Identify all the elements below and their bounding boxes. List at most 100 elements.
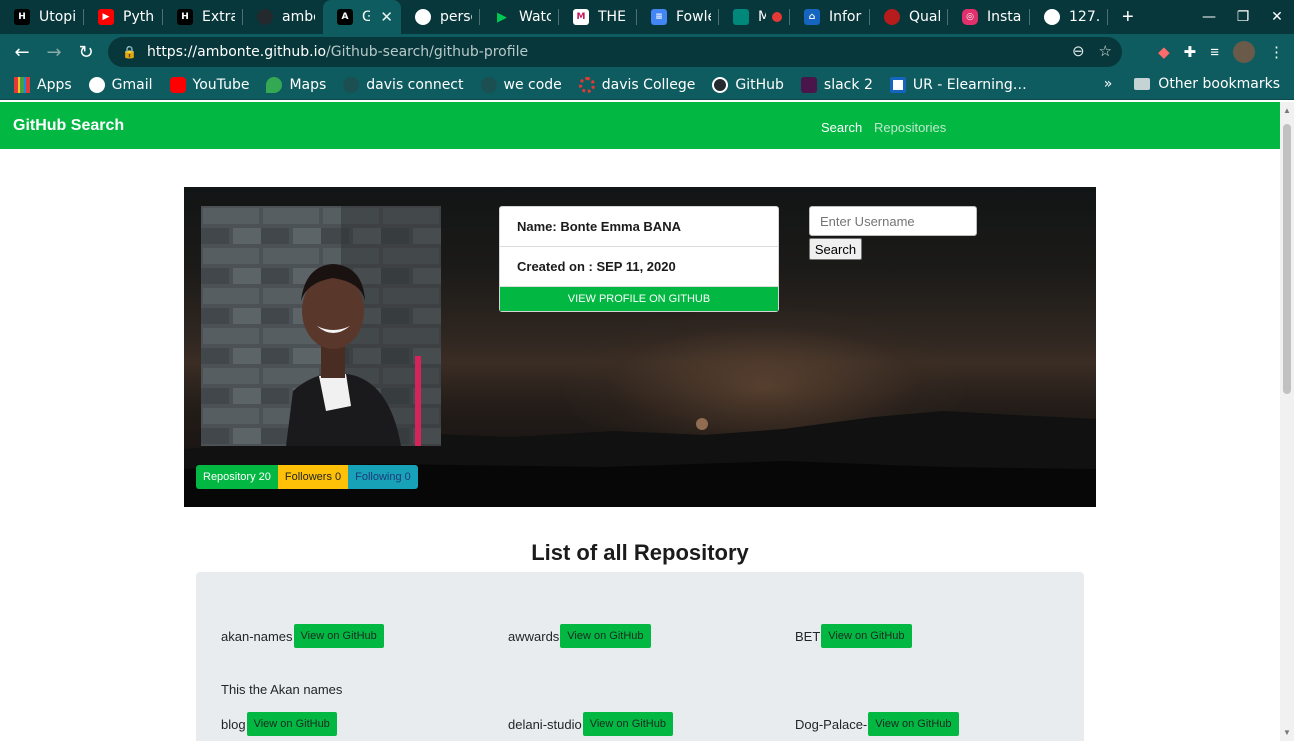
browser-tab[interactable]: ambo bbox=[243, 0, 323, 34]
repo-item: BET View on GitHub bbox=[795, 624, 912, 648]
browser-tab-active[interactable]: A Git ✕ bbox=[323, 0, 401, 34]
browser-tab[interactable]: ◎ Instag bbox=[948, 0, 1030, 34]
scroll-up-icon[interactable]: ▲ bbox=[1283, 106, 1291, 115]
bookmark-label: Maps bbox=[289, 76, 327, 93]
recording-icon bbox=[772, 12, 782, 22]
folder-icon bbox=[1134, 78, 1151, 90]
tab-label: 127.0 bbox=[1069, 9, 1100, 25]
browser-tab[interactable]: ▶ Watch bbox=[480, 0, 559, 34]
bookmark-label: GitHub bbox=[735, 76, 784, 93]
hn-icon: H bbox=[177, 9, 193, 25]
other-bookmarks[interactable]: Other bookmarks bbox=[1158, 76, 1280, 92]
profile-name: Name: Bonte Emma BANA bbox=[500, 207, 778, 247]
bookmark-maps[interactable]: Maps bbox=[266, 76, 327, 93]
view-on-github-button[interactable]: View on GitHub bbox=[582, 712, 673, 736]
browser-tab-strip: H Utopi ▶ Pytho H Extra ambo A Git ✕ per… bbox=[0, 0, 1294, 34]
repo-item: delani-studio View on GitHub bbox=[508, 712, 673, 736]
maximize-icon[interactable]: ❐ bbox=[1226, 9, 1260, 25]
repo-item: blog View on GitHub bbox=[221, 712, 337, 736]
browser-tab[interactable]: Quak bbox=[870, 0, 948, 34]
close-tab-icon[interactable]: ✕ bbox=[380, 8, 393, 26]
sun-reflection bbox=[696, 418, 708, 430]
close-window-icon[interactable]: ✕ bbox=[1260, 9, 1294, 25]
bookmark-we-code[interactable]: we code bbox=[480, 76, 562, 93]
view-on-github-button[interactable]: View on GitHub bbox=[868, 712, 959, 736]
repo-name: delani-studio bbox=[508, 716, 582, 732]
browser-tab[interactable]: Me bbox=[719, 0, 790, 34]
browser-tab[interactable]: ⌂ Inforn bbox=[790, 0, 870, 34]
ur-icon bbox=[889, 76, 906, 93]
browser-toolbar: ← → ↻ 🔒 https://ambonte.github.io/Github… bbox=[0, 34, 1294, 70]
view-on-github-button[interactable]: View on GitHub bbox=[560, 624, 651, 648]
bookmark-gmail[interactable]: Gmail bbox=[88, 76, 153, 93]
puzzle-icon[interactable]: ✚ bbox=[1184, 43, 1197, 61]
view-on-github-button[interactable]: View on GitHub bbox=[246, 712, 337, 736]
bookmark-youtube[interactable]: YouTube bbox=[169, 76, 249, 93]
bookmark-davis-connect[interactable]: davis connect bbox=[343, 76, 464, 93]
profile-avatar-icon[interactable] bbox=[1233, 41, 1255, 63]
browser-tab[interactable]: perso bbox=[401, 0, 480, 34]
bookmark-ur-elearning[interactable]: UR - Elearning… bbox=[889, 76, 1027, 93]
slack-icon bbox=[800, 76, 817, 93]
page-scrollbar[interactable]: ▲ ▼ bbox=[1280, 102, 1294, 741]
view-on-github-button[interactable]: View on GitHub bbox=[821, 624, 912, 648]
bookmark-apps[interactable]: Apps bbox=[14, 76, 72, 93]
davis-icon bbox=[343, 76, 360, 93]
hn-icon: H bbox=[14, 9, 30, 25]
browser-tab[interactable]: M THE F bbox=[559, 0, 637, 34]
gmail-icon: M bbox=[573, 9, 589, 25]
brand-logo-text[interactable]: GitHub Search bbox=[13, 117, 124, 135]
search-button[interactable]: Search bbox=[809, 238, 862, 260]
bank-icon: ⌂ bbox=[804, 9, 820, 25]
instagram-icon: ◎ bbox=[962, 9, 978, 25]
browser-tab[interactable]: H Utopi bbox=[0, 0, 84, 34]
bookmark-davis-college[interactable]: davis College bbox=[578, 76, 695, 93]
browser-tab[interactable]: ≡ Fowle bbox=[637, 0, 719, 34]
scroll-down-icon[interactable]: ▼ bbox=[1283, 728, 1291, 737]
repo-item: Dog-Palace- View on GitHub bbox=[795, 712, 959, 736]
media-icon[interactable]: ≡ bbox=[1210, 44, 1219, 61]
new-tab-icon[interactable]: + bbox=[1122, 6, 1134, 29]
view-profile-button[interactable]: VIEW PROFILE ON GITHUB bbox=[500, 287, 778, 311]
chevron-double-right-icon[interactable]: » bbox=[1104, 76, 1113, 92]
repository-count-badge: Repository 20 bbox=[196, 465, 278, 489]
nav-link-search[interactable]: Search bbox=[821, 120, 862, 135]
tab-label: Git bbox=[362, 9, 371, 25]
browser-tab[interactable]: H Extra bbox=[163, 0, 243, 34]
tab-label: THE F bbox=[598, 9, 629, 25]
repository-list: akan-names View on GitHub awwards View o… bbox=[196, 572, 1084, 741]
username-search-input[interactable] bbox=[809, 206, 977, 236]
tab-label: Inforn bbox=[829, 9, 862, 25]
reload-icon[interactable]: ↻ bbox=[70, 42, 102, 63]
wecode-icon bbox=[480, 76, 497, 93]
browser-tab[interactable]: 127.0 bbox=[1030, 0, 1108, 34]
extension-icon[interactable]: ◆ bbox=[1158, 43, 1170, 61]
repo-item: awwards View on GitHub bbox=[508, 624, 651, 648]
repo-name: blog bbox=[221, 716, 246, 732]
nav-link-repositories[interactable]: Repositories bbox=[874, 120, 946, 135]
maps-icon bbox=[266, 76, 283, 93]
followers-count-badge: Followers 0 bbox=[277, 465, 349, 489]
tab-label: Quak bbox=[909, 9, 940, 25]
minimize-icon[interactable]: — bbox=[1192, 9, 1226, 25]
menu-kebab-icon[interactable]: ⋮ bbox=[1269, 43, 1284, 61]
bookmark-github[interactable]: GitHub bbox=[712, 76, 784, 93]
view-on-github-button[interactable]: View on GitHub bbox=[293, 624, 384, 648]
globe-icon bbox=[415, 9, 431, 25]
forward-icon[interactable]: → bbox=[38, 42, 70, 63]
davis-college-icon bbox=[578, 76, 595, 93]
quake-icon bbox=[884, 9, 900, 25]
zoom-icon[interactable]: ⊖ bbox=[1072, 42, 1085, 60]
bookmark-slack[interactable]: slack 2 bbox=[800, 76, 873, 93]
scrollbar-thumb[interactable] bbox=[1283, 124, 1291, 394]
repo-item: akan-names View on GitHub bbox=[221, 624, 384, 648]
repository-list-title: List of all Repository bbox=[531, 540, 749, 565]
globe-icon bbox=[88, 76, 105, 93]
tab-label: Instag bbox=[987, 9, 1022, 25]
address-bar[interactable]: 🔒 https://ambonte.github.io/Github-searc… bbox=[108, 37, 1122, 67]
page-viewport: GitHub Search Search Repositories Name: … bbox=[0, 102, 1280, 741]
browser-tab[interactable]: ▶ Pytho bbox=[84, 0, 163, 34]
url-path: /Github-search/github-profile bbox=[326, 44, 529, 60]
bookmark-star-icon[interactable]: ☆ bbox=[1099, 42, 1112, 60]
back-icon[interactable]: ← bbox=[6, 42, 38, 63]
